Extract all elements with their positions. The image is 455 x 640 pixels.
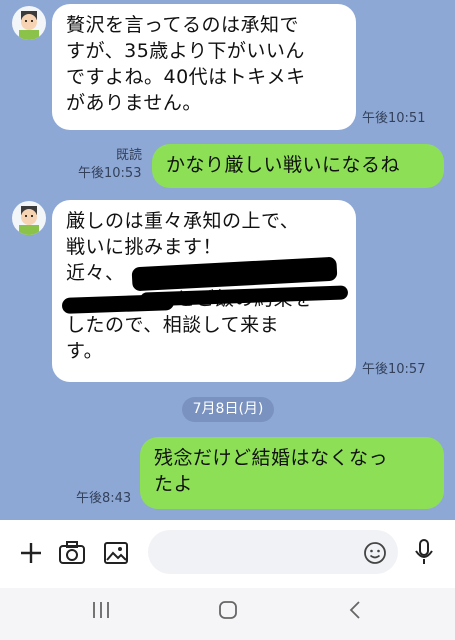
message-bubble-outgoing[interactable]: 残念だけど結婚はなくなっ たよ: [140, 437, 444, 509]
message-time: 午後10:53: [78, 166, 142, 181]
recent-apps-icon[interactable]: [90, 600, 112, 620]
message-line: 戦いに挑みます！: [66, 236, 223, 258]
microphone-icon[interactable]: [412, 538, 436, 566]
avatar-icon: [19, 206, 39, 235]
home-icon[interactable]: [218, 600, 238, 620]
back-icon[interactable]: [346, 600, 364, 620]
read-receipt: 既読: [116, 148, 143, 163]
date-separator: 7月8日(月): [182, 397, 274, 422]
message-line: 厳しのは重々承知の上で、: [66, 210, 300, 232]
message-bubble-outgoing[interactable]: かなり厳しい戦いになるね: [152, 144, 444, 188]
emoji-icon[interactable]: [363, 541, 387, 565]
chat-area[interactable]: 贅沢を言ってるのは承知で すが、35歳より下がいいん ですよね。40代はトキメキ…: [0, 0, 455, 520]
message-line: したので、相談して来ま: [66, 314, 280, 336]
message-bubble-incoming[interactable]: 贅沢を言ってるのは承知で すが、35歳より下がいいん ですよね。40代はトキメキ…: [52, 4, 356, 130]
camera-icon[interactable]: [58, 540, 86, 566]
image-icon[interactable]: [103, 540, 129, 566]
message-input[interactable]: [148, 530, 398, 574]
message-line: す。: [66, 340, 104, 362]
message-time: 午後10:57: [362, 362, 426, 377]
message-time: 午後8:43: [76, 491, 132, 506]
avatar[interactable]: [12, 201, 46, 235]
avatar[interactable]: [12, 6, 46, 40]
plus-icon[interactable]: [18, 540, 44, 566]
avatar-icon: [19, 11, 39, 40]
message-time: 午後10:51: [362, 111, 426, 126]
